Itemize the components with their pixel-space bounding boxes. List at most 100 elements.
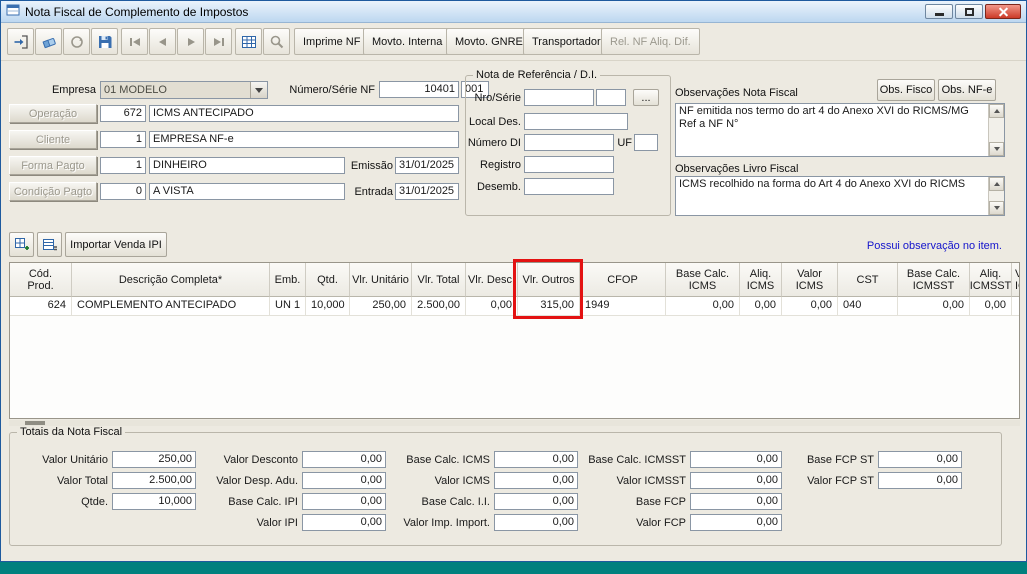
condicao-pagto-button[interactable]: Condição Pagto [9,182,97,201]
cell-qtd[interactable]: 10,000 [306,297,350,316]
col-header-vlr-unitario[interactable]: Vlr. Unitário [350,263,412,297]
valor-fcp-field[interactable]: 0,00 [690,514,782,531]
uf-field[interactable] [634,134,658,151]
rel-nf-aliq-dif-button[interactable]: Rel. NF Aliq. Dif. [601,28,700,55]
cliente-button[interactable]: Cliente [9,130,97,149]
cell-descricao[interactable]: COMPLEMENTO ANTECIPADO [72,297,270,316]
col-header-valor-icmsst[interactable]: V IC [1012,263,1019,297]
col-header-cod-prod[interactable]: Cód. Prod. [10,263,72,297]
col-header-base-calc-icms[interactable]: Base Calc. ICMS [666,263,740,297]
movto-gnre-button[interactable]: Movto. GNRE [446,28,532,55]
cell-valor-icmsst[interactable] [1012,297,1019,316]
cell-vlr-total[interactable]: 2.500,00 [412,297,466,316]
search-button[interactable] [263,28,290,55]
minimize-button[interactable] [925,4,953,19]
transportador-button[interactable]: Transportador [523,28,610,55]
imprime-nf-button[interactable]: Imprime NF [294,28,370,55]
cell-valor-icms[interactable]: 0,00 [782,297,838,316]
condicao-pagto-cod-field[interactable]: 0 [100,183,146,200]
col-header-vlr-outros[interactable]: Vlr. Outros [518,263,580,297]
scroll-down-icon[interactable] [989,201,1004,215]
cliente-desc-field[interactable]: EMPRESA NF-e [149,131,459,148]
valor-desconto-field[interactable]: 0,00 [302,451,386,468]
forma-pagto-button[interactable]: Forma Pagto [9,156,97,175]
valor-ipi-field[interactable]: 0,00 [302,514,386,531]
close-button[interactable] [985,4,1021,19]
table-row[interactable]: 624 COMPLEMENTO ANTECIPADO UN 1 10,000 2… [10,297,1019,316]
col-header-aliq-icms[interactable]: Aliq. ICMS [740,263,782,297]
nav-last-button[interactable] [205,28,232,55]
cell-vlr-outros[interactable]: 315,00 [518,297,580,316]
valor-desp-adu-field[interactable]: 0,00 [302,472,386,489]
col-header-base-calc-icmsst[interactable]: Base Calc. ICMSST [898,263,970,297]
col-header-vlr-desc[interactable]: Vlr. Desc. [466,263,518,297]
cell-vlr-desc[interactable]: 0,00 [466,297,518,316]
valor-icms-field[interactable]: 0,00 [494,472,578,489]
cell-emb[interactable]: UN 1 [270,297,306,316]
cell-base-calc-icms[interactable]: 0,00 [666,297,740,316]
valor-unitario-field[interactable]: 250,00 [112,451,196,468]
cell-aliq-icmsst[interactable]: 0,00 [970,297,1012,316]
importar-venda-ipi-button[interactable]: Importar Venda IPI [65,232,167,257]
add-item-button[interactable] [9,232,34,257]
base-fcp-st-field[interactable]: 0,00 [878,451,962,468]
exit-button[interactable] [7,28,34,55]
valor-total-field[interactable]: 2.500,00 [112,472,196,489]
clear-button[interactable] [35,28,62,55]
nav-prev-button[interactable] [149,28,176,55]
base-fcp-field[interactable]: 0,00 [690,493,782,510]
operacao-button[interactable]: Operação [9,104,97,123]
col-header-descricao[interactable]: Descrição Completa* [72,263,270,297]
valor-icmsst-field[interactable]: 0,00 [690,472,782,489]
operacao-cod-field[interactable]: 672 [100,105,146,122]
nav-next-button[interactable] [177,28,204,55]
refresh-button[interactable] [63,28,90,55]
nro-serie-field-1[interactable] [524,89,594,106]
empresa-select[interactable]: 01 MODELO [100,81,268,99]
scroll-up-icon[interactable] [989,104,1004,118]
scroll-up-icon[interactable] [989,177,1004,191]
col-header-cst[interactable]: CST [838,263,898,297]
base-calc-icmsst-field[interactable]: 0,00 [690,451,782,468]
scrollbar-thumb[interactable] [25,421,45,425]
emissao-field[interactable]: 31/01/2025 [395,157,459,174]
forma-pagto-cod-field[interactable]: 1 [100,157,146,174]
cell-base-calc-icmsst[interactable]: 0,00 [898,297,970,316]
col-header-cfop[interactable]: CFOP [580,263,666,297]
base-calc-ii-field[interactable]: 0,00 [494,493,578,510]
col-header-emb[interactable]: Emb. [270,263,306,297]
obs-fisco-button[interactable]: Obs. Fisco [877,79,935,101]
valor-fcp-st-field[interactable]: 0,00 [878,472,962,489]
nav-first-button[interactable] [121,28,148,55]
obs-livro-scrollbar[interactable] [988,177,1004,215]
operacao-desc-field[interactable]: ICMS ANTECIPADO [149,105,459,122]
entrada-field[interactable]: 31/01/2025 [395,183,459,200]
obs-nfe-button[interactable]: Obs. NF-e [938,79,996,101]
movto-interna-button[interactable]: Movto. Interna [363,28,452,55]
items-grid[interactable]: Cód. Prod. Descrição Completa* Emb. Qtd.… [9,262,1020,419]
obs-nf-scrollbar[interactable] [988,104,1004,156]
cell-cst[interactable]: 040 [838,297,898,316]
cell-cfop[interactable]: 1949 [580,297,666,316]
grid-horizontal-scrollbar[interactable] [9,420,1020,426]
base-calc-ipi-field[interactable]: 0,00 [302,493,386,510]
cliente-cod-field[interactable]: 1 [100,131,146,148]
local-des-field[interactable] [524,113,628,130]
col-header-qtd[interactable]: Qtd. [306,263,350,297]
item-list-button[interactable] [37,232,62,257]
scroll-down-icon[interactable] [989,142,1004,156]
browse-button[interactable]: ... [633,89,659,106]
maximize-button[interactable] [955,4,983,19]
desemb-field[interactable] [524,178,614,195]
cell-cod-prod[interactable]: 624 [10,297,72,316]
nro-serie-field-2[interactable] [596,89,626,106]
save-button[interactable] [91,28,118,55]
numero-nf-field[interactable]: 10401 [379,81,459,98]
numero-di-field[interactable] [524,134,614,151]
col-header-aliq-icmsst[interactable]: Aliq. ICMSST [970,263,1012,297]
cell-aliq-icms[interactable]: 0,00 [740,297,782,316]
obs-nf-textarea[interactable]: NF emitida nos termo do art 4 do Anexo X… [675,103,1005,157]
cell-vlr-unitario[interactable]: 250,00 [350,297,412,316]
grid-view-button[interactable] [235,28,262,55]
base-calc-icms-field[interactable]: 0,00 [494,451,578,468]
